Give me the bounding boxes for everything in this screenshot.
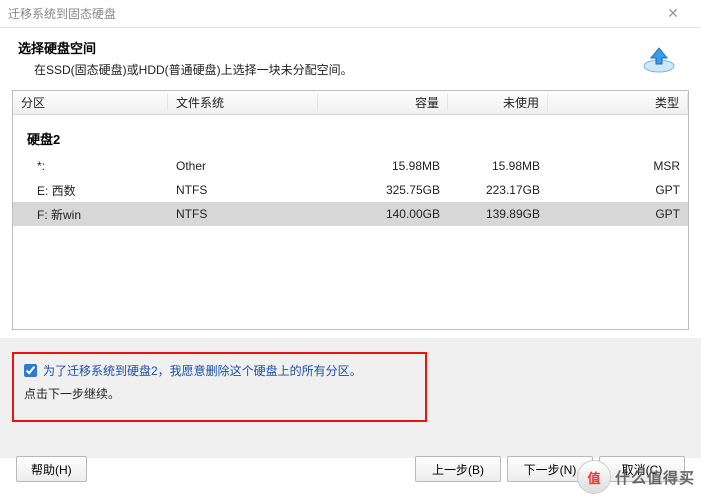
cell-partition: *:	[13, 159, 168, 173]
col-capacity[interactable]: 容量	[318, 94, 448, 111]
cell-unused: 139.89GB	[448, 207, 548, 221]
cell-partition: F: 新win	[13, 206, 168, 223]
table-row[interactable]: E: 西数NTFS325.75GB223.17GBGPT	[13, 178, 688, 202]
confirm-box: 为了迁移系统到硬盘2，我愿意删除这个硬盘上的所有分区。 点击下一步继续。	[12, 352, 427, 422]
cell-unused: 15.98MB	[448, 159, 548, 173]
window-title: 迁移系统到固态硬盘	[8, 5, 653, 22]
cell-type: GPT	[548, 183, 688, 197]
cell-filesystem: Other	[168, 159, 318, 173]
cell-capacity: 140.00GB	[318, 207, 448, 221]
cell-type: GPT	[548, 207, 688, 221]
cell-unused: 223.17GB	[448, 183, 548, 197]
page-title: 选择硬盘空间	[18, 38, 683, 57]
col-unused[interactable]: 未使用	[448, 94, 548, 111]
cell-partition: E: 西数	[13, 182, 168, 199]
cell-type: MSR	[548, 159, 688, 173]
cell-filesystem: NTFS	[168, 207, 318, 221]
back-button[interactable]: 上一步(B)	[415, 456, 501, 482]
watermark: 值 什么值得买	[577, 460, 695, 494]
title-bar: 迁移系统到固态硬盘 ✕	[0, 0, 701, 28]
help-button[interactable]: 帮助(H)	[16, 456, 87, 482]
watermark-text: 什么值得买	[615, 467, 695, 488]
col-type[interactable]: 类型	[548, 94, 688, 111]
cell-capacity: 15.98MB	[318, 159, 448, 173]
disk-group-label: 硬盘2	[13, 121, 688, 154]
confirm-delete-label: 为了迁移系统到硬盘2，我愿意删除这个硬盘上的所有分区。	[43, 362, 362, 379]
table-header: 分区 文件系统 容量 未使用 类型	[13, 91, 688, 115]
header: 选择硬盘空间 在SSD(固态硬盘)或HDD(普通硬盘)上选择一块未分配空间。	[0, 28, 701, 90]
close-icon[interactable]: ✕	[653, 5, 693, 22]
page-subtitle: 在SSD(固态硬盘)或HDD(普通硬盘)上选择一块未分配空间。	[18, 61, 683, 78]
table-row[interactable]: F: 新winNTFS140.00GB139.89GBGPT	[13, 202, 688, 226]
partition-table: 分区 文件系统 容量 未使用 类型 硬盘2 *:Other15.98MB15.9…	[12, 90, 689, 330]
cell-filesystem: NTFS	[168, 183, 318, 197]
table-body: 硬盘2 *:Other15.98MB15.98MBMSRE: 西数NTFS325…	[13, 115, 688, 226]
col-filesystem[interactable]: 文件系统	[168, 94, 318, 111]
table-row[interactable]: *:Other15.98MB15.98MBMSR	[13, 154, 688, 178]
watermark-logo-icon: 值	[577, 460, 611, 494]
migrate-disk-icon	[641, 44, 677, 74]
col-partition[interactable]: 分区	[13, 94, 168, 111]
confirm-delete-checkbox[interactable]	[24, 364, 37, 377]
continue-hint: 点击下一步继续。	[24, 385, 415, 402]
cell-capacity: 325.75GB	[318, 183, 448, 197]
